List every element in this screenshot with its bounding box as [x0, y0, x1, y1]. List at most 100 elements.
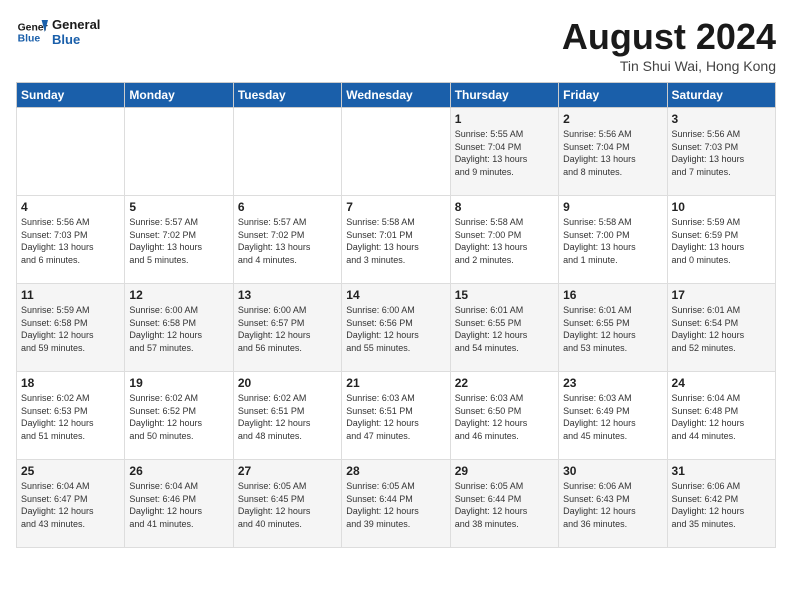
- day-number: 13: [238, 288, 337, 302]
- day-info: Sunrise: 6:01 AM Sunset: 6:55 PM Dayligh…: [563, 304, 662, 354]
- calendar-cell: 13 Sunrise: 6:00 AM Sunset: 6:57 PM Dayli…: [233, 284, 341, 372]
- calendar-cell: 25 Sunrise: 6:04 AM Sunset: 6:47 PM Dayli…: [17, 460, 125, 548]
- calendar-cell: 31 Sunrise: 6:06 AM Sunset: 6:42 PM Dayli…: [667, 460, 775, 548]
- day-info: Sunrise: 5:57 AM Sunset: 7:02 PM Dayligh…: [238, 216, 337, 266]
- calendar-cell: 26Sunrise: 6:04 AM Sunset: 6:46 PM Dayli…: [125, 460, 233, 548]
- calendar-cell: 7 Sunrise: 5:58 AM Sunset: 7:01 PM Daylig…: [342, 196, 450, 284]
- day-number: 28: [346, 464, 445, 478]
- calendar-cell: 20Sunrise: 6:02 AM Sunset: 6:51 PM Dayli…: [233, 372, 341, 460]
- day-info: Sunrise: 5:57 AM Sunset: 7:02 PM Dayligh…: [129, 216, 228, 266]
- column-header-saturday: Saturday: [667, 83, 775, 108]
- calendar-cell: 3Sunrise: 5:56 AM Sunset: 7:03 PM Daylig…: [667, 108, 775, 196]
- calendar-cell: [125, 108, 233, 196]
- day-number: 7: [346, 200, 445, 214]
- calendar-cell: 22 Sunrise: 6:03 AM Sunset: 6:50 PM Dayli…: [450, 372, 558, 460]
- column-header-wednesday: Wednesday: [342, 83, 450, 108]
- day-number: 30: [563, 464, 662, 478]
- calendar-cell: 17 Sunrise: 6:01 AM Sunset: 6:54 PM Dayli…: [667, 284, 775, 372]
- calendar-cell: 28 Sunrise: 6:05 AM Sunset: 6:44 PM Dayli…: [342, 460, 450, 548]
- day-number: 16: [563, 288, 662, 302]
- calendar-cell: 16 Sunrise: 6:01 AM Sunset: 6:55 PM Dayli…: [559, 284, 667, 372]
- column-header-tuesday: Tuesday: [233, 83, 341, 108]
- day-info: Sunrise: 6:01 AM Sunset: 6:55 PM Dayligh…: [455, 304, 554, 354]
- day-info: Sunrise: 6:00 AM Sunset: 6:58 PM Dayligh…: [129, 304, 228, 354]
- calendar-header: SundayMondayTuesdayWednesdayThursdayFrid…: [17, 83, 776, 108]
- day-number: 2: [563, 112, 662, 126]
- day-info: Sunrise: 6:02 AM Sunset: 6:52 PM Dayligh…: [129, 392, 228, 442]
- calendar-cell: 21 Sunrise: 6:03 AM Sunset: 6:51 PM Dayli…: [342, 372, 450, 460]
- day-number: 14: [346, 288, 445, 302]
- calendar-cell: 12 Sunrise: 6:00 AM Sunset: 6:58 PM Dayli…: [125, 284, 233, 372]
- day-info: Sunrise: 6:00 AM Sunset: 6:57 PM Dayligh…: [238, 304, 337, 354]
- day-number: 17: [672, 288, 771, 302]
- calendar-cell: 6 Sunrise: 5:57 AM Sunset: 7:02 PM Daylig…: [233, 196, 341, 284]
- week-row-5: 25 Sunrise: 6:04 AM Sunset: 6:47 PM Dayli…: [17, 460, 776, 548]
- calendar-cell: [233, 108, 341, 196]
- day-number: 29: [455, 464, 554, 478]
- logo-line1: General: [52, 17, 100, 32]
- day-number: 1: [455, 112, 554, 126]
- calendar-cell: 29 Sunrise: 6:05 AM Sunset: 6:44 PM Dayli…: [450, 460, 558, 548]
- day-info: Sunrise: 6:03 AM Sunset: 6:51 PM Dayligh…: [346, 392, 445, 442]
- day-number: 6: [238, 200, 337, 214]
- day-number: 25: [21, 464, 120, 478]
- day-info: Sunrise: 6:06 AM Sunset: 6:42 PM Dayligh…: [672, 480, 771, 530]
- day-info: Sunrise: 6:04 AM Sunset: 6:47 PM Dayligh…: [21, 480, 120, 530]
- calendar-cell: 9 Sunrise: 5:58 AM Sunset: 7:00 PM Daylig…: [559, 196, 667, 284]
- day-number: 15: [455, 288, 554, 302]
- day-info: Sunrise: 5:59 AM Sunset: 6:59 PM Dayligh…: [672, 216, 771, 266]
- day-info: Sunrise: 5:56 AM Sunset: 7:03 PM Dayligh…: [21, 216, 120, 266]
- column-header-monday: Monday: [125, 83, 233, 108]
- calendar-cell: 10 Sunrise: 5:59 AM Sunset: 6:59 PM Dayli…: [667, 196, 775, 284]
- calendar-title: August 2024: [562, 16, 776, 58]
- calendar-table: SundayMondayTuesdayWednesdayThursdayFrid…: [16, 82, 776, 548]
- week-row-1: 1 Sunrise: 5:55 AM Sunset: 7:04 PM Daylig…: [17, 108, 776, 196]
- calendar-cell: 8Sunrise: 5:58 AM Sunset: 7:00 PM Daylig…: [450, 196, 558, 284]
- calendar-cell: [17, 108, 125, 196]
- logo-icon: General Blue: [16, 16, 48, 48]
- calendar-cell: 19Sunrise: 6:02 AM Sunset: 6:52 PM Dayli…: [125, 372, 233, 460]
- day-number: 20: [238, 376, 337, 390]
- day-info: Sunrise: 6:05 AM Sunset: 6:44 PM Dayligh…: [346, 480, 445, 530]
- day-number: 23: [563, 376, 662, 390]
- day-number: 10: [672, 200, 771, 214]
- column-header-friday: Friday: [559, 83, 667, 108]
- calendar-cell: 27Sunrise: 6:05 AM Sunset: 6:45 PM Dayli…: [233, 460, 341, 548]
- calendar-cell: 4Sunrise: 5:56 AM Sunset: 7:03 PM Daylig…: [17, 196, 125, 284]
- logo: General Blue General Blue: [16, 16, 100, 48]
- day-number: 3: [672, 112, 771, 126]
- day-info: Sunrise: 5:58 AM Sunset: 7:01 PM Dayligh…: [346, 216, 445, 266]
- calendar-cell: [342, 108, 450, 196]
- calendar-cell: 14 Sunrise: 6:00 AM Sunset: 6:56 PM Dayli…: [342, 284, 450, 372]
- day-info: Sunrise: 6:03 AM Sunset: 6:50 PM Dayligh…: [455, 392, 554, 442]
- week-row-2: 4Sunrise: 5:56 AM Sunset: 7:03 PM Daylig…: [17, 196, 776, 284]
- day-info: Sunrise: 5:58 AM Sunset: 7:00 PM Dayligh…: [563, 216, 662, 266]
- day-number: 31: [672, 464, 771, 478]
- day-info: Sunrise: 6:04 AM Sunset: 6:48 PM Dayligh…: [672, 392, 771, 442]
- calendar-cell: 11Sunrise: 5:59 AM Sunset: 6:58 PM Dayli…: [17, 284, 125, 372]
- calendar-cell: 23Sunrise: 6:03 AM Sunset: 6:49 PM Dayli…: [559, 372, 667, 460]
- day-number: 12: [129, 288, 228, 302]
- day-info: Sunrise: 6:05 AM Sunset: 6:44 PM Dayligh…: [455, 480, 554, 530]
- day-info: Sunrise: 5:56 AM Sunset: 7:04 PM Dayligh…: [563, 128, 662, 178]
- day-number: 21: [346, 376, 445, 390]
- calendar-subtitle: Tin Shui Wai, Hong Kong: [562, 58, 776, 74]
- week-row-4: 18Sunrise: 6:02 AM Sunset: 6:53 PM Dayli…: [17, 372, 776, 460]
- column-header-sunday: Sunday: [17, 83, 125, 108]
- svg-text:Blue: Blue: [18, 34, 41, 45]
- header-row: SundayMondayTuesdayWednesdayThursdayFrid…: [17, 83, 776, 108]
- calendar-cell: 24Sunrise: 6:04 AM Sunset: 6:48 PM Dayli…: [667, 372, 775, 460]
- day-number: 22: [455, 376, 554, 390]
- week-row-3: 11Sunrise: 5:59 AM Sunset: 6:58 PM Dayli…: [17, 284, 776, 372]
- day-info: Sunrise: 6:01 AM Sunset: 6:54 PM Dayligh…: [672, 304, 771, 354]
- day-info: Sunrise: 6:00 AM Sunset: 6:56 PM Dayligh…: [346, 304, 445, 354]
- day-number: 9: [563, 200, 662, 214]
- calendar-cell: 30Sunrise: 6:06 AM Sunset: 6:43 PM Dayli…: [559, 460, 667, 548]
- calendar-cell: 18Sunrise: 6:02 AM Sunset: 6:53 PM Dayli…: [17, 372, 125, 460]
- calendar-cell: 5 Sunrise: 5:57 AM Sunset: 7:02 PM Daylig…: [125, 196, 233, 284]
- day-info: Sunrise: 6:02 AM Sunset: 6:53 PM Dayligh…: [21, 392, 120, 442]
- day-info: Sunrise: 5:55 AM Sunset: 7:04 PM Dayligh…: [455, 128, 554, 178]
- day-number: 8: [455, 200, 554, 214]
- page-header: General Blue General Blue August 2024 Ti…: [16, 16, 776, 74]
- day-number: 5: [129, 200, 228, 214]
